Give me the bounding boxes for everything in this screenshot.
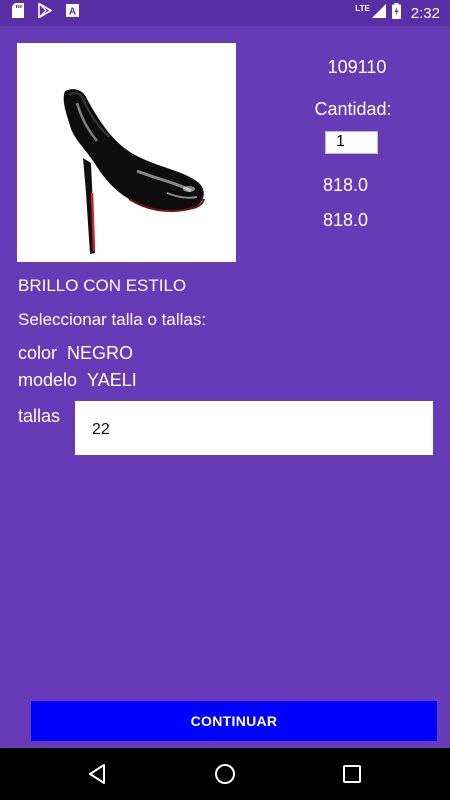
font-a-icon: A: [66, 4, 79, 22]
sizes-field[interactable]: 22: [75, 401, 433, 455]
sd-card-icon: [12, 3, 24, 23]
color-value: NEGRO: [67, 343, 134, 363]
recents-icon[interactable]: [340, 762, 364, 786]
lte-signal-icon: [371, 3, 386, 23]
model-label: modelo: [18, 370, 78, 390]
select-sizes-label: Seleccionar talla o tallas:: [18, 310, 207, 329]
battery-charging-icon: [391, 2, 401, 24]
navigation-bar: [0, 748, 450, 800]
model-row: modelo YAELI: [18, 370, 137, 391]
network-type: LTE: [355, 3, 370, 13]
color-label: color: [18, 343, 58, 363]
product-code: 109110: [327, 57, 387, 77]
play-store-icon: [38, 2, 53, 23]
home-icon[interactable]: [213, 762, 237, 786]
status-time: 2:32: [410, 4, 440, 22]
quantity-label: Cantidad:: [314, 99, 392, 119]
product-name: BRILLO CON ESTILO: [18, 276, 187, 295]
svg-text:A: A: [69, 7, 76, 18]
continue-button[interactable]: CONTINUAR: [31, 701, 437, 741]
color-row: color NEGRO: [18, 343, 133, 364]
product-image: [17, 43, 236, 262]
model-value: YAELI: [87, 370, 137, 390]
quantity-input[interactable]: 1: [325, 131, 378, 154]
back-icon[interactable]: [86, 762, 110, 786]
total-price: 818.0: [323, 210, 369, 230]
sizes-label: tallas: [18, 406, 61, 426]
unit-price: 818.0: [323, 175, 369, 195]
status-bar: A LTE 2:32: [0, 0, 450, 26]
